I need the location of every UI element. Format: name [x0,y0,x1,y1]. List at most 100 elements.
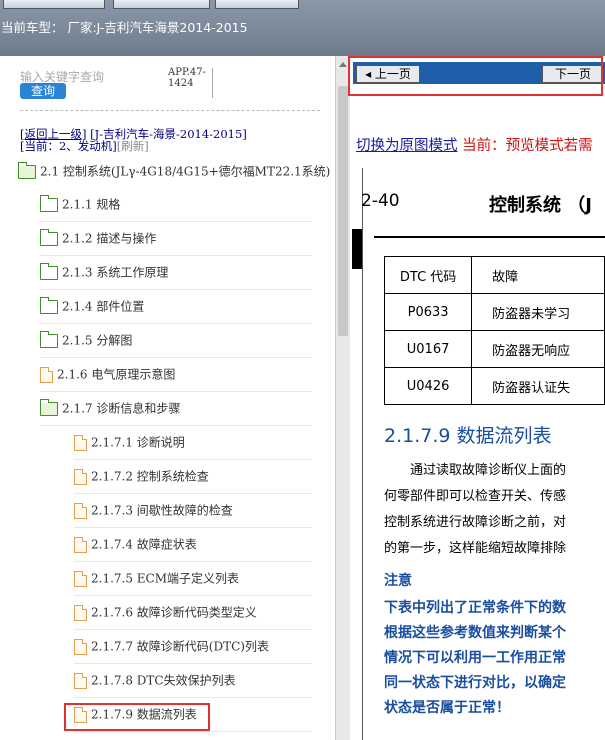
toolbar-tab-3[interactable] [215,0,299,9]
scroll-thumb[interactable] [338,86,348,336]
document-icon [74,672,87,689]
note-title: 注意 [384,573,412,589]
nav-highlight-box [348,56,603,96]
divider [20,110,320,111]
folder-icon [18,161,36,179]
tree-item[interactable]: 2.1.5 分解图 [40,323,312,358]
left-scrollbar[interactable] [335,56,351,740]
folder-icon [40,194,58,212]
toolbar-tab-2[interactable] [113,0,210,9]
tree-item-label: 2.1.7.4 故障症状表 [91,537,197,552]
table-header-cell: 故障 [471,256,605,294]
tree-item-label: 2.1.3 系统工作原理 [62,265,169,280]
breadcrumb-current: [当前：2、发动机] [20,139,117,153]
document-icon [74,502,87,519]
note-line: 根据这些参考数值来判断某个 [384,625,566,641]
tree-item-label: 2.1.5 分解图 [62,333,133,348]
tree-item-label: 2.1.6 电气原理示意图 [57,367,176,382]
tree-item-label: 2.1.7 诊断信息和步骤 [62,401,181,416]
table-header-row: DTC 代码 故障 [383,256,605,294]
document-icon [74,536,87,553]
table-row: U0426 防盗器认证失 [383,367,605,405]
tree-item-label: 2.1.7.5 ECM端子定义列表 [91,571,240,586]
tree-item[interactable]: 2.1.7.8 DTC失效保护列表 [74,663,312,698]
folder-icon [40,330,58,348]
selected-item-highlight-box [64,703,210,731]
tree-item[interactable]: 2.1.7.7 故障诊断代码(DTC)列表 [74,629,312,664]
tree-item[interactable]: 2.1 控制系统(JLγ-4G18/4G15+德尔福MT22.1系统) [18,154,335,188]
title-rule [374,236,605,238]
tree-item-label: 2.1.4 部件位置 [62,299,145,314]
document-icon [74,570,87,587]
tree-item[interactable]: 2.1.7 诊断信息和步骤 [40,391,312,426]
table-cell: U0426 [383,367,473,405]
tree-item[interactable]: 2.1.1 规格 [40,187,312,222]
tree-item-label: 2.1.1 规格 [62,197,121,212]
tree-item-label: 2.1.7.1 诊断说明 [91,435,185,450]
tree-item-label: 2.1 控制系统(JLγ-4G18/4G15+德尔福MT22.1系统) [40,164,331,179]
document-icon [74,434,87,451]
tree-item[interactable]: 2.1.7.2 控制系统检查 [74,459,312,494]
mode-line: 切换为原图模式 当前：预览模式若需 [356,134,593,155]
note-line: 同一状态下进行对比，以确定 [384,675,566,691]
tree-item[interactable]: 2.1.2 描述与操作 [40,221,312,256]
refresh-link[interactable]: [刷新] [117,139,149,153]
switch-original-mode-link[interactable]: 切换为原图模式 [356,138,458,154]
page-number: 2-40 [361,191,400,211]
page-title: 控制系统 （J [489,195,592,216]
table-header-cell: DTC 代码 [383,256,473,294]
folder-icon [40,228,58,246]
note-line: 下表中列出了正常条件下的数 [384,600,566,616]
table-cell: 防盗器认证失 [471,367,605,405]
folder-icon [40,398,58,416]
mode-tail-text: 若需 [563,138,593,154]
tree-item-label: 2.1.7.6 故障诊断代码类型定义 [91,605,257,620]
tree-item[interactable]: 2.1.7.1 诊断说明 [74,425,312,460]
dtc-table: DTC 代码 故障 P0633 防盗器未学习 U0167 防盗器无响应 U042… [383,256,605,405]
document-icon [74,604,87,621]
table-cell: P0633 [383,293,473,331]
paragraph-line: 何零部件即可以检查开关、传感 [384,489,567,504]
folder-icon [40,262,58,280]
tree-item[interactable]: 2.1.7.4 故障症状表 [74,527,312,562]
tree-item-label: 2.1.7.3 间歇性故障的检查 [91,503,233,518]
page-edge-marker [352,229,362,269]
app-code-line-1: APP.47- [168,67,206,78]
document-icon [74,468,87,485]
app-code: APP.47- 1424 [168,67,206,89]
breadcrumb: [返回上一级] [J-吉利汽车-海景-2014-2015] [当前：2、发动机]… [20,128,247,152]
tree-item[interactable]: 2.1.7.3 间歇性故障的检查 [74,493,312,528]
document-icon [40,366,53,383]
tree-item[interactable]: 2.1.3 系统工作原理 [40,255,312,290]
current-vehicle-label: 当前车型： 厂家:J-吉利汽车海景2014-2015 [1,20,248,35]
tree-item[interactable]: 2.1.7.6 故障诊断代码类型定义 [74,595,312,630]
tree-item[interactable]: 2.1.4 部件位置 [40,289,312,324]
search-button[interactable]: 查询 [20,83,66,99]
section-title: 2.1.7.9 数据流列表 [384,425,552,447]
note-line: 情况下可以利用一工作用正常 [384,650,566,666]
table-row: U0167 防盗器无响应 [383,330,605,368]
paragraph-line: 通过读取故障诊断仪上面的 [384,463,567,478]
paragraph-line: 的第一步，这样能缩短故障排除 [384,541,567,556]
table-cell: 防盗器未学习 [471,293,605,331]
scroll-up-arrow-icon[interactable] [339,62,347,67]
note-line: 状态是否属于正常！ [384,700,510,716]
top-toolbar: 当前车型： 厂家:J-吉利汽车海景2014-2015 [0,0,605,56]
folder-icon [40,296,58,314]
table-cell: U0167 [383,330,473,368]
tree-item[interactable]: 2.1.6 电气原理示意图 [40,357,312,392]
table-row: P0633 防盗器未学习 [383,293,605,331]
tree-item-label: 2.1.7.2 控制系统检查 [91,469,209,484]
table-cell: 防盗器无响应 [471,330,605,368]
divider [212,68,213,98]
current-mode-label: 当前：预览模式 [462,138,564,154]
document-icon [74,638,87,655]
tree-item-label: 2.1.2 描述与操作 [62,231,157,246]
paragraph-line: 控制系统进行故障诊断之前，对 [384,515,567,530]
tree-item-label: 2.1.7.7 故障诊断代码(DTC)列表 [91,639,269,654]
document-viewer: ◂ 上一页 下一页 切换为原图模式 当前：预览模式若需 2-40 控制系统 （J… [350,56,605,740]
tree-item[interactable]: 2.1.7.5 ECM端子定义列表 [74,561,312,596]
app-code-line-2: 1424 [168,78,194,89]
tree-item-label: 2.1.7.8 DTC失效保护列表 [91,673,236,688]
toolbar-tab-1[interactable] [3,0,105,9]
